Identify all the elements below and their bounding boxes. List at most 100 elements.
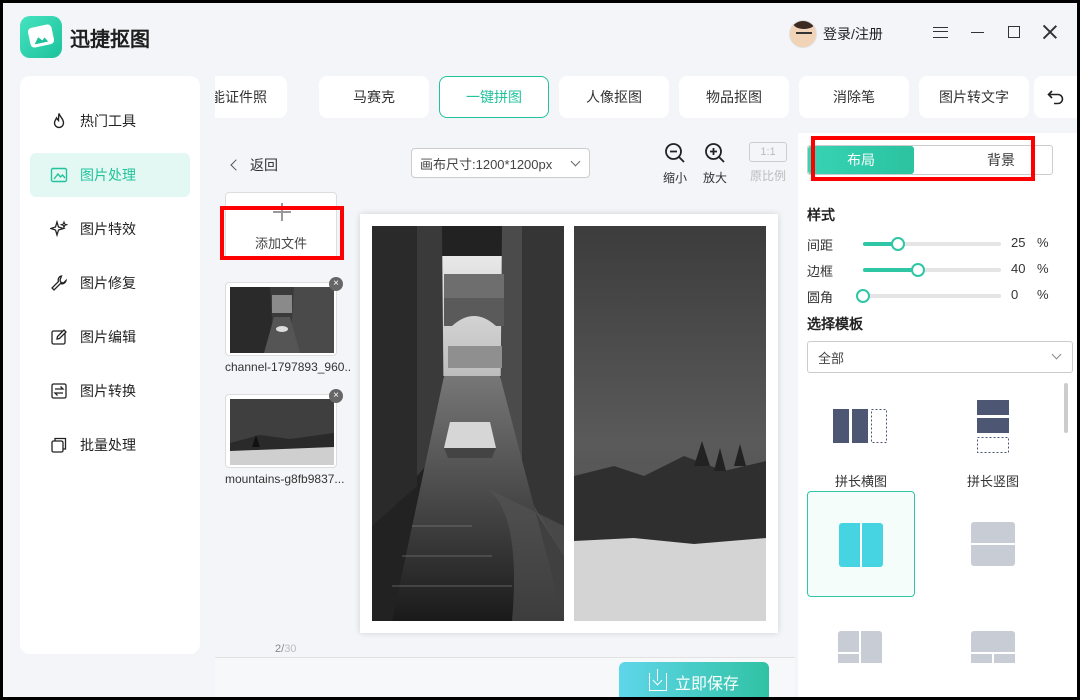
menu-icon bbox=[932, 26, 948, 38]
original-ratio-label: 原比例 bbox=[749, 169, 786, 183]
save-label: 立即保存 bbox=[674, 676, 739, 693]
original-ratio-button[interactable]: 1:1 原比例 bbox=[746, 142, 790, 188]
template-grid-a[interactable] bbox=[807, 613, 915, 663]
slider-label: 边框 bbox=[807, 264, 834, 279]
sidebar-item-image-process[interactable]: 图片处理 bbox=[30, 153, 190, 197]
tab-collage[interactable]: 一键拼图 bbox=[439, 76, 549, 118]
tab-id-photo[interactable]: 智能证件照 bbox=[215, 76, 287, 118]
file-name: mountains-g8fb9837... bbox=[225, 472, 345, 486]
sidebar: 热门工具 图片处理 图片特效 图片修复 图片编辑 图片转换 批量处理 bbox=[20, 76, 200, 654]
add-file-button[interactable]: 添加文件 bbox=[225, 192, 337, 260]
canal-image bbox=[372, 226, 564, 621]
remove-file-icon[interactable]: × bbox=[329, 389, 343, 403]
slider-value: 0 bbox=[1011, 287, 1019, 302]
tab-portrait-cutout[interactable]: 人像抠图 bbox=[559, 76, 669, 118]
save-button[interactable]: 立即保存 bbox=[619, 662, 769, 697]
file-thumbnail[interactable]: × bbox=[225, 277, 343, 356]
template-name: 拼长横图 bbox=[834, 474, 887, 489]
template-scrollbar[interactable] bbox=[1064, 383, 1068, 433]
border-slider[interactable]: 边框 40 % bbox=[807, 259, 1057, 279]
slider-track[interactable] bbox=[856, 289, 1001, 303]
layout-tab-button[interactable]: 布局 bbox=[808, 146, 914, 174]
avatar bbox=[789, 20, 817, 48]
app-window: 迅捷抠图 登录/注册 热门工具 图片处理 图片特效 图片修复 图片编辑 图片转换… bbox=[3, 3, 1077, 697]
slider-knob[interactable] bbox=[856, 289, 870, 303]
zoom-in-icon bbox=[705, 143, 725, 163]
chevron-left-icon bbox=[230, 159, 242, 171]
sparkle-icon bbox=[50, 220, 68, 238]
image-process-icon bbox=[50, 166, 68, 184]
minimize-icon bbox=[970, 31, 984, 33]
template-two-rows[interactable] bbox=[939, 491, 1047, 597]
background-tab-button[interactable]: 背景 bbox=[948, 146, 1054, 174]
app-title: 迅捷抠图 bbox=[70, 29, 150, 51]
mountains-image bbox=[574, 226, 766, 621]
collage-photo-canal[interactable] bbox=[372, 226, 564, 621]
sidebar-item-image-repair[interactable]: 图片修复 bbox=[30, 261, 190, 305]
template-filter-select[interactable]: 全部 bbox=[807, 341, 1073, 373]
spacing-slider[interactable]: 间距 25 % bbox=[807, 233, 1057, 253]
slider-value: 40 bbox=[1011, 261, 1026, 276]
thumbnail-image bbox=[230, 287, 334, 353]
undo-icon bbox=[1047, 90, 1064, 105]
maximize-icon bbox=[1008, 26, 1020, 38]
template-grid-b[interactable] bbox=[939, 613, 1047, 663]
minimize-button[interactable] bbox=[966, 21, 988, 43]
sidebar-item-batch[interactable]: 批量处理 bbox=[30, 423, 190, 467]
sidebar-item-label: 热门工具 bbox=[80, 113, 136, 129]
back-button[interactable]: 返回 bbox=[230, 155, 278, 175]
convert-icon bbox=[50, 382, 68, 400]
sidebar-item-hot-tools[interactable]: 热门工具 bbox=[30, 99, 190, 143]
slider-knob[interactable] bbox=[911, 263, 926, 277]
batch-icon bbox=[50, 436, 68, 454]
slider-unit: % bbox=[1037, 235, 1049, 250]
zoom-in-label: 放大 bbox=[702, 171, 727, 185]
template-two-columns[interactable] bbox=[807, 491, 915, 597]
collage-photo-mountains[interactable] bbox=[574, 226, 766, 621]
zoom-out-button[interactable]: 缩小 bbox=[653, 142, 697, 188]
sidebar-item-image-effects[interactable]: 图片特效 bbox=[30, 207, 190, 251]
collage-canvas[interactable] bbox=[360, 214, 778, 633]
slider-track[interactable] bbox=[863, 237, 1001, 251]
zoom-out-icon bbox=[665, 143, 685, 163]
sidebar-item-image-convert[interactable]: 图片转换 bbox=[30, 369, 190, 413]
tab-image-to-text[interactable]: 图片转文字 bbox=[919, 76, 1029, 118]
sidebar-item-label: 图片编辑 bbox=[80, 329, 136, 345]
canvas-size-value: 画布尺寸:1200*1200px bbox=[420, 156, 553, 172]
corner-radius-slider[interactable]: 圆角 0 % bbox=[807, 285, 1057, 305]
close-icon bbox=[1043, 25, 1057, 39]
remove-file-icon[interactable]: × bbox=[329, 277, 343, 291]
tab-eraser[interactable]: 消除笔 bbox=[799, 76, 909, 118]
template-grid-a-icon bbox=[838, 631, 882, 663]
sidebar-item-image-edit[interactable]: 图片编辑 bbox=[30, 315, 190, 359]
tab-mosaic[interactable]: 马赛克 bbox=[319, 76, 429, 118]
template-title: 选择模板 bbox=[807, 316, 863, 332]
template-horizontal-icon bbox=[833, 409, 887, 443]
chevron-down-icon bbox=[570, 156, 581, 167]
slider-label: 间距 bbox=[807, 238, 834, 253]
template-long-horizontal[interactable]: 拼长横图 bbox=[807, 397, 915, 503]
sidebar-item-label: 图片处理 bbox=[80, 167, 136, 183]
panel-mode-toggle: 布局 背景 bbox=[807, 145, 1053, 175]
template-long-vertical[interactable]: 拼长竖图 bbox=[939, 397, 1047, 503]
flame-icon bbox=[50, 112, 68, 130]
canvas-size-select[interactable]: 画布尺寸:1200*1200px bbox=[411, 148, 590, 178]
tool-tabs: 智能证件照 马赛克 一键拼图 人像抠图 物品抠图 消除笔 图片转文字 bbox=[215, 76, 1077, 120]
undo-button[interactable] bbox=[1034, 76, 1077, 118]
slider-knob[interactable] bbox=[890, 237, 905, 251]
menu-button[interactable] bbox=[929, 21, 951, 43]
slider-track[interactable] bbox=[863, 263, 1001, 277]
tab-object-cutout[interactable]: 物品抠图 bbox=[679, 76, 789, 118]
close-button[interactable] bbox=[1039, 21, 1061, 43]
file-thumbnail[interactable]: × bbox=[225, 389, 343, 468]
login-label: 登录/注册 bbox=[823, 26, 883, 42]
zoom-in-button[interactable]: 放大 bbox=[693, 142, 737, 188]
maximize-button[interactable] bbox=[1003, 21, 1025, 43]
sidebar-item-label: 图片特效 bbox=[80, 221, 136, 237]
app-logo-icon bbox=[20, 16, 62, 58]
login-button[interactable]: 登录/注册 bbox=[789, 20, 883, 48]
template-two-rows-icon bbox=[971, 522, 1015, 566]
template-grid-b-icon bbox=[971, 631, 1015, 663]
sidebar-item-label: 图片修复 bbox=[80, 275, 136, 291]
sidebar-item-label: 批量处理 bbox=[80, 437, 136, 453]
